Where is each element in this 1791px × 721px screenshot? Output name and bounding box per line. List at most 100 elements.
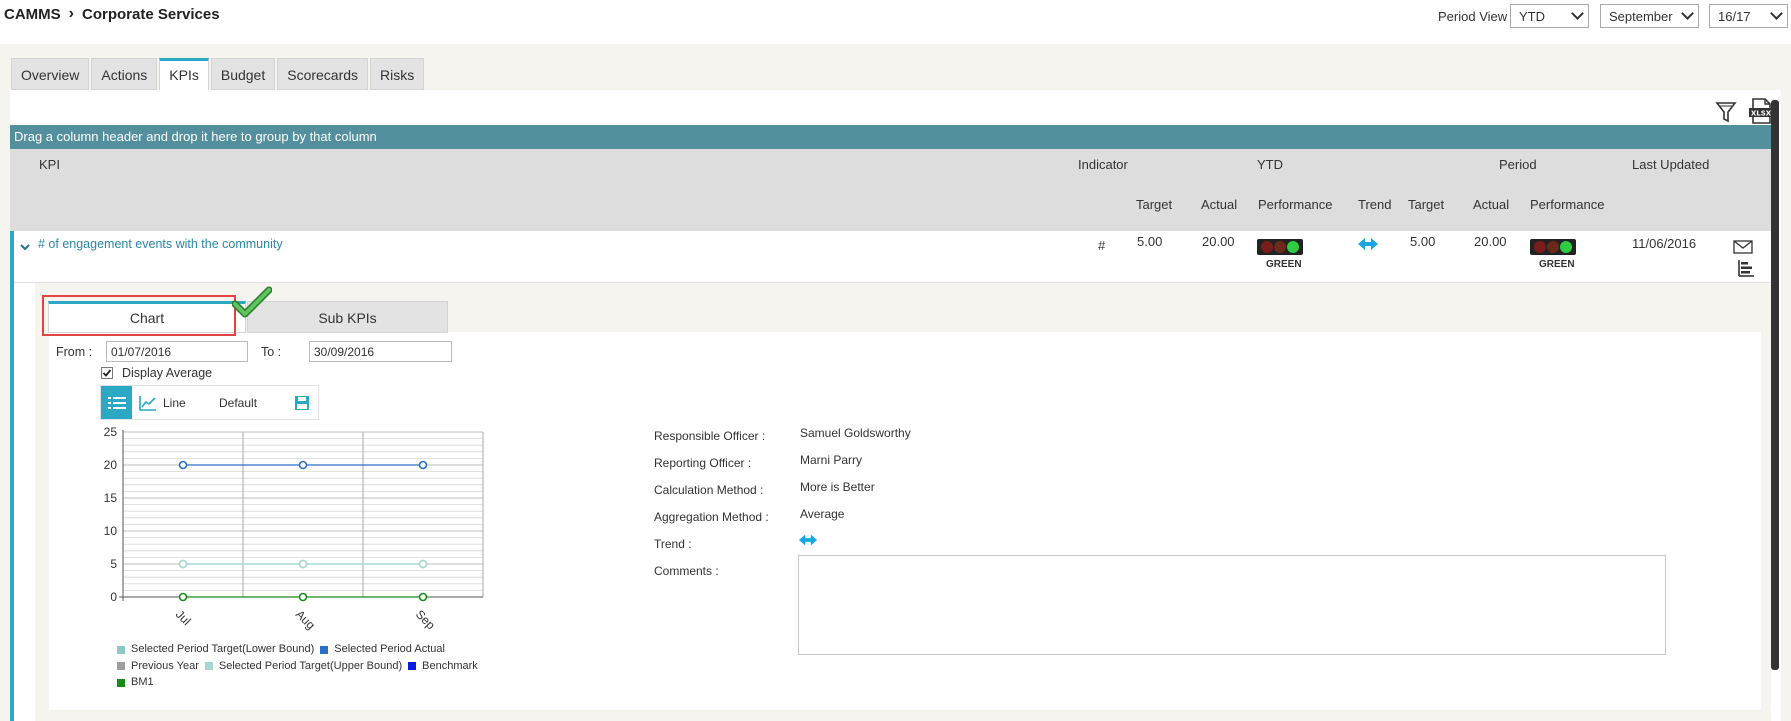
- chevron-down-icon[interactable]: [19, 241, 31, 253]
- from-date-input[interactable]: [106, 341, 248, 362]
- x-tick-label: Jul: [173, 607, 194, 628]
- period-performance-label: GREEN: [1539, 259, 1575, 270]
- period-view-label: Period View: [1438, 9, 1508, 24]
- comments-box[interactable]: [798, 555, 1666, 655]
- header-period: Period: [1499, 157, 1537, 172]
- header-ytd-target[interactable]: Target: [1136, 197, 1172, 212]
- from-label: From :: [56, 345, 93, 359]
- y-tick-label: 25: [104, 425, 118, 439]
- period-view-select[interactable]: YTD: [1510, 4, 1589, 28]
- calculation-method-label: Calculation Method :: [654, 483, 764, 497]
- legend-item[interactable]: BM1: [117, 675, 154, 690]
- kpi-name-link[interactable]: # of engagement events with the communit…: [38, 237, 283, 251]
- table-row[interactable]: # of engagement events with the communit…: [10, 231, 1771, 283]
- y-tick-label: 10: [104, 524, 118, 538]
- tab-overview[interactable]: Overview: [11, 58, 90, 90]
- data-point: [298, 460, 308, 470]
- legend-item[interactable]: Previous Year: [117, 659, 199, 674]
- legend-swatch: [117, 645, 125, 654]
- chart-legend: Selected Period Target(Lower Bound) Selec…: [117, 642, 497, 692]
- legend-item[interactable]: Selected Period Actual: [320, 642, 445, 657]
- line-chart-button[interactable]: Line: [139, 386, 199, 419]
- traffic-light-icon: [1257, 239, 1303, 255]
- reporting-officer-label: Reporting Officer :: [654, 456, 752, 470]
- top-bar: CAMMS › Corporate Services Period View Y…: [0, 0, 1791, 44]
- data-point: [178, 592, 188, 602]
- breadcrumb-current: Corporate Services: [82, 5, 220, 23]
- data-point: [178, 559, 188, 569]
- subtab-sub-kpis[interactable]: Sub KPIs: [247, 301, 448, 333]
- display-average-label: Display Average: [122, 366, 213, 380]
- indicator-value: #: [1098, 238, 1106, 253]
- chevron-down-icon: [1681, 7, 1694, 20]
- chevron-down-icon: [1770, 7, 1783, 20]
- responsible-officer-value: Samuel Goldsworthy: [800, 426, 911, 440]
- header-trend[interactable]: Trend: [1358, 197, 1391, 212]
- ytd-actual-value: 20.00: [1202, 234, 1235, 249]
- header-ytd-actual[interactable]: Actual: [1201, 197, 1237, 212]
- bidirectional-arrow-icon: [798, 534, 818, 546]
- chevron-right-icon: ›: [68, 5, 74, 22]
- period-view-value: YTD: [1519, 9, 1545, 24]
- data-point: [418, 559, 428, 569]
- breadcrumb-root[interactable]: CAMMS: [4, 6, 61, 23]
- month-select[interactable]: September: [1600, 4, 1699, 28]
- x-tick-label: Aug: [293, 607, 318, 632]
- filter-icon[interactable]: [1715, 100, 1737, 124]
- chevron-down-icon: [1571, 7, 1584, 20]
- legend-item[interactable]: Selected Period Target(Lower Bound): [117, 642, 314, 657]
- header-period-performance[interactable]: Performance: [1530, 197, 1604, 212]
- svg-text:XLSX: XLSX: [1751, 110, 1772, 118]
- data-point: [418, 460, 428, 470]
- save-button[interactable]: [295, 386, 315, 419]
- y-tick-label: 0: [110, 590, 117, 604]
- year-value: 16/17: [1718, 9, 1751, 24]
- header-last-updated[interactable]: Last Updated: [1632, 157, 1709, 172]
- legend-label: Previous Year: [131, 659, 199, 672]
- list-icon: [107, 396, 126, 409]
- header-ytd-performance[interactable]: Performance: [1258, 197, 1332, 212]
- legend-label: Selected Period Target(Lower Bound): [131, 643, 315, 655]
- aggregation-method-label: Aggregation Method :: [654, 510, 769, 524]
- tab-risks[interactable]: Risks: [370, 58, 425, 90]
- legend-item[interactable]: Selected Period Target(Upper Bound): [204, 659, 402, 674]
- legend-item[interactable]: Benchmark: [408, 659, 478, 674]
- ytd-performance-label: GREEN: [1266, 259, 1302, 270]
- header-kpi[interactable]: KPI: [39, 157, 60, 172]
- tab-actions[interactable]: Actions: [91, 58, 158, 90]
- header-indicator[interactable]: Indicator: [1078, 157, 1128, 172]
- year-select[interactable]: 16/17: [1709, 4, 1788, 28]
- line-chart-icon: [139, 395, 156, 411]
- legend-swatch: [204, 662, 213, 670]
- tab-kpis[interactable]: KPIs: [159, 58, 209, 92]
- data-point: [418, 592, 428, 602]
- tab-budget[interactable]: Budget: [210, 58, 276, 90]
- header-period-actual[interactable]: Actual: [1473, 197, 1509, 212]
- tab-scorecards[interactable]: Scorecards: [277, 58, 369, 90]
- legend-label: Benchmark: [422, 659, 478, 672]
- default-theme-button[interactable]: Default: [219, 386, 269, 419]
- email-icon[interactable]: [1733, 240, 1753, 254]
- traffic-light-icon: [1530, 239, 1576, 255]
- subtab-chart[interactable]: Chart: [48, 301, 246, 333]
- grid-header: KPI Indicator YTD Period Last Updated Ta…: [10, 149, 1771, 231]
- header-period-target[interactable]: Target: [1408, 197, 1444, 212]
- reporting-officer-value: Marni Parry: [800, 453, 863, 467]
- line-label: Line: [163, 395, 186, 410]
- save-icon: [295, 395, 309, 410]
- legend-swatch: [408, 662, 417, 670]
- group-by-bar[interactable]: Drag a column header and drop it here to…: [10, 125, 1771, 149]
- list-view-button[interactable]: [101, 386, 132, 419]
- display-average-checkbox[interactable]: [101, 367, 113, 379]
- to-date-input[interactable]: [309, 341, 452, 362]
- last-updated-value: 11/06/2016: [1632, 236, 1697, 251]
- ytd-target-value: 5.00: [1137, 234, 1163, 249]
- vertical-scrollbar[interactable]: [1771, 100, 1779, 670]
- calculation-method-value: More is Better: [800, 480, 875, 494]
- bidirectional-arrow-icon: [1358, 238, 1378, 250]
- checkmark-icon: [232, 286, 272, 318]
- y-tick-label: 20: [104, 458, 118, 472]
- responsible-officer-label: Responsible Officer :: [654, 429, 766, 443]
- export-xlsx-icon[interactable]: XLSX: [1748, 97, 1774, 125]
- bar-chart-icon[interactable]: [1737, 259, 1755, 277]
